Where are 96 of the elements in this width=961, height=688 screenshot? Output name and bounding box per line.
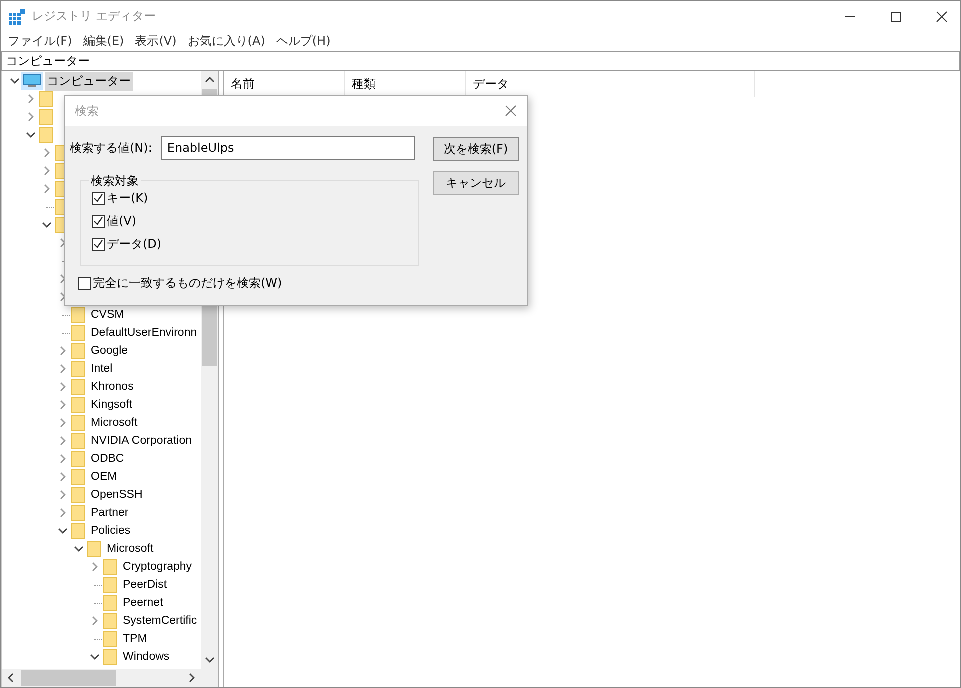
- scroll-left-icon[interactable]: [7, 673, 15, 683]
- folder-icon: [39, 109, 53, 125]
- expand-chevron-icon[interactable]: [26, 112, 36, 122]
- expand-chevron-icon[interactable]: [58, 490, 68, 500]
- expand-chevron-icon[interactable]: [26, 94, 36, 104]
- tree-item[interactable]: Cryptography: [121, 560, 194, 574]
- tree-item[interactable]: Intel: [89, 362, 115, 376]
- tree-item[interactable]: ODBC: [89, 452, 126, 466]
- tree-item[interactable]: OEM: [89, 470, 120, 484]
- folder-icon: [71, 505, 85, 521]
- folder-icon: [71, 397, 85, 413]
- tree-item[interactable]: Peernet: [121, 596, 166, 610]
- checkbox[interactable]: [78, 277, 91, 290]
- collapse-chevron-icon[interactable]: [42, 220, 52, 230]
- checkbox[interactable]: [92, 215, 105, 228]
- folder-icon: [87, 541, 101, 557]
- tree-item[interactable]: Microsoft: [105, 542, 156, 556]
- folder-icon: [39, 127, 53, 143]
- tree-item[interactable]: Windows: [121, 650, 172, 664]
- tree-item[interactable]: コンピューター: [45, 72, 133, 90]
- folder-icon: [71, 307, 85, 323]
- expand-chevron-icon[interactable]: [90, 616, 100, 626]
- checkbox[interactable]: [92, 238, 105, 251]
- folder-icon: [71, 379, 85, 395]
- folder-icon: [103, 559, 117, 575]
- collapse-chevron-icon[interactable]: [74, 544, 84, 554]
- expand-chevron-icon[interactable]: [58, 364, 68, 374]
- tree-item[interactable]: SystemCertific: [121, 614, 200, 628]
- address-bar[interactable]: コンピューター: [1, 51, 960, 71]
- collapse-chevron-icon[interactable]: [10, 76, 20, 86]
- folder-icon: [71, 343, 85, 359]
- checkbox-label: 完全に一致するものだけを検索(W): [93, 275, 282, 292]
- scroll-down-icon[interactable]: [204, 656, 214, 664]
- search-field[interactable]: EnableUlps: [161, 136, 416, 160]
- collapse-chevron-icon[interactable]: [26, 130, 36, 140]
- tree-item[interactable]: PeerDist: [121, 578, 170, 592]
- checkbox[interactable]: [92, 192, 105, 205]
- menu-item[interactable]: 表示(V): [135, 33, 177, 50]
- folder-icon: [71, 325, 85, 341]
- tree-item[interactable]: Policies: [89, 524, 133, 538]
- collapse-chevron-icon[interactable]: [90, 652, 100, 662]
- tree-item[interactable]: Google: [89, 344, 130, 358]
- folder-icon: [71, 487, 85, 503]
- field-label: 検索する値(N):: [70, 140, 152, 156]
- scroll-up-icon[interactable]: [204, 76, 214, 84]
- registry-icon: [9, 8, 25, 24]
- checkbox-label: キー(K): [107, 190, 148, 207]
- checkbox-label: 値(V): [107, 213, 137, 230]
- folder-icon: [71, 415, 85, 431]
- folder-icon: [103, 649, 117, 665]
- computer-icon: [23, 74, 41, 88]
- expand-chevron-icon[interactable]: [90, 562, 100, 572]
- expand-chevron-icon[interactable]: [58, 400, 68, 410]
- collapse-chevron-icon[interactable]: [58, 526, 68, 536]
- checkbox-label: データ(D): [107, 236, 162, 253]
- expand-chevron-icon[interactable]: [58, 436, 68, 446]
- folder-icon: [103, 577, 117, 593]
- tree-item[interactable]: Khronos: [89, 380, 136, 394]
- expand-chevron-icon[interactable]: [58, 346, 68, 356]
- tree-item[interactable]: Kingsoft: [89, 398, 135, 412]
- folder-icon: [39, 91, 53, 107]
- expand-chevron-icon[interactable]: [42, 166, 52, 176]
- folder-icon: [71, 523, 85, 539]
- expand-chevron-icon[interactable]: [42, 148, 52, 158]
- expand-chevron-icon[interactable]: [58, 418, 68, 428]
- expand-chevron-icon[interactable]: [58, 382, 68, 392]
- dialog-button[interactable]: 次を検索(F): [433, 137, 519, 161]
- folder-icon: [71, 451, 85, 467]
- maximize-icon[interactable]: [890, 10, 902, 22]
- close-icon[interactable]: [936, 10, 948, 22]
- expand-chevron-icon[interactable]: [42, 184, 52, 194]
- tree-item[interactable]: DefaultUserEnvironn: [89, 326, 200, 340]
- folder-icon: [71, 469, 85, 485]
- tree-item[interactable]: Microsoft: [89, 416, 140, 430]
- folder-icon: [71, 361, 85, 377]
- expand-chevron-icon[interactable]: [58, 454, 68, 464]
- expand-chevron-icon[interactable]: [58, 472, 68, 482]
- tree-item[interactable]: CVSM: [89, 308, 126, 322]
- dialog-button[interactable]: キャンセル: [433, 171, 519, 195]
- expand-chevron-icon[interactable]: [58, 508, 68, 518]
- tree-item[interactable]: Partner: [89, 506, 131, 520]
- tree-item[interactable]: TPM: [121, 632, 150, 646]
- folder-icon: [103, 613, 117, 629]
- menu-item[interactable]: お気に入り(A): [188, 33, 266, 50]
- tree-item[interactable]: NVIDIA Corporation: [89, 434, 194, 448]
- tree-item[interactable]: OpenSSH: [89, 488, 145, 502]
- scroll-right-icon[interactable]: [188, 673, 196, 683]
- menu-item[interactable]: ヘルプ(H): [276, 33, 331, 50]
- folder-icon: [103, 631, 117, 647]
- folder-icon: [71, 433, 85, 449]
- menu-item[interactable]: 編集(E): [83, 33, 124, 50]
- menu-item[interactable]: ファイル(F): [8, 33, 72, 50]
- window-title: レジストリ エディター: [32, 8, 156, 25]
- folder-icon: [103, 595, 117, 611]
- group-label: 検索対象: [89, 173, 141, 190]
- dialog-title: 検索: [75, 102, 99, 120]
